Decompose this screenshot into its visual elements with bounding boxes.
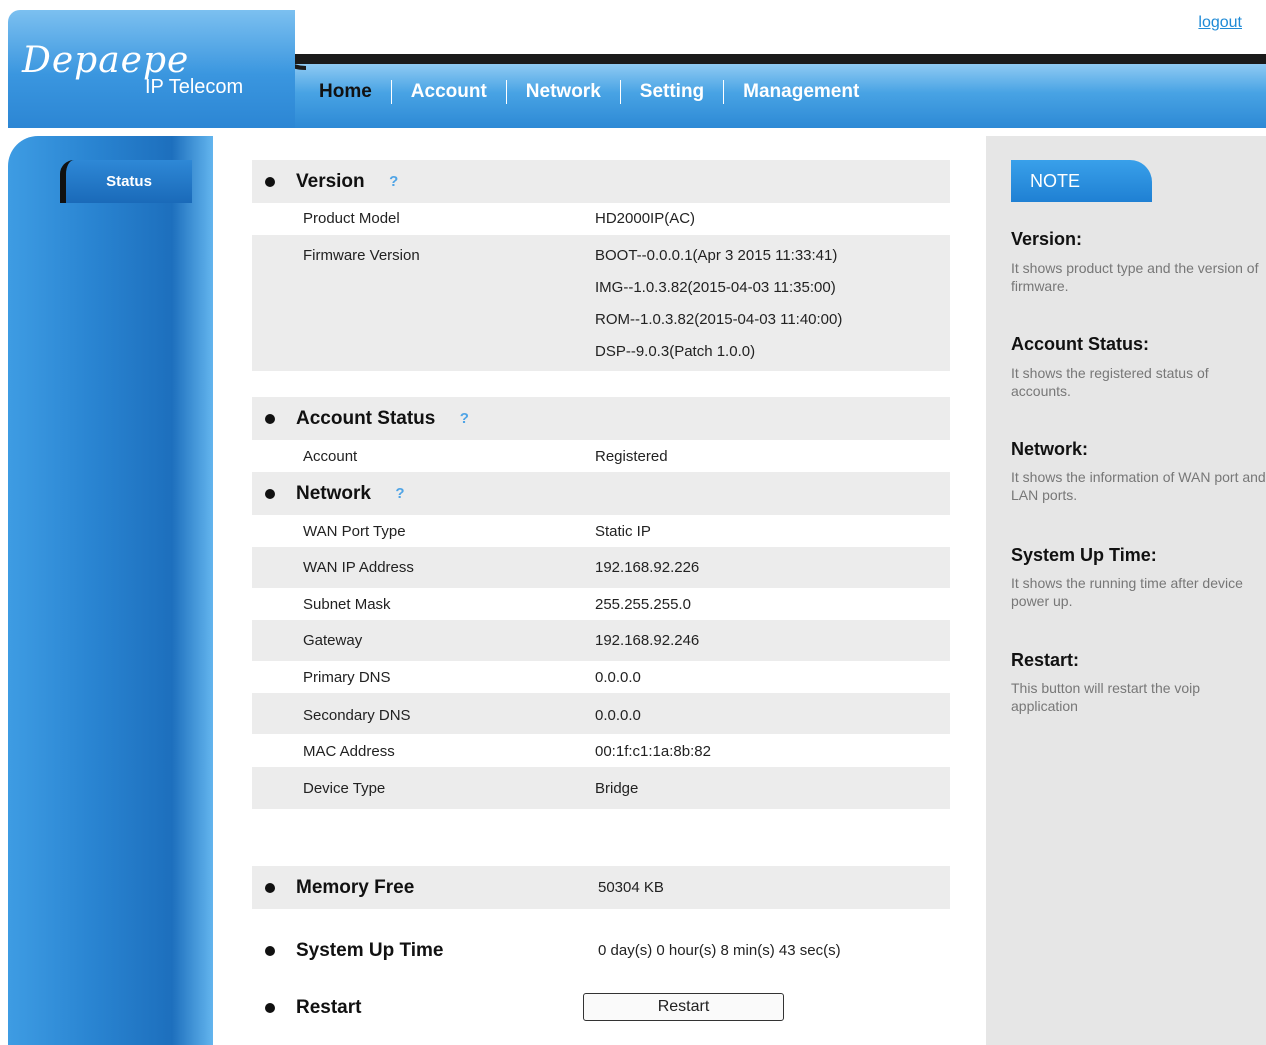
note-title: Restart: [1011,650,1080,670]
info-row: Subnet Mask 255.255.255.0 [252,588,950,620]
section-title: Version [296,170,365,192]
note-title: Account Status: [1011,334,1150,354]
info-row: Device Type Bridge [252,767,950,809]
system-up-time-value: 0 day(s) 0 hour(s) 8 min(s) 43 sec(s) [598,942,841,959]
info-value: Registered [595,448,668,465]
info-row: Gateway 192.168.92.246 [252,620,950,661]
nav-setting[interactable]: Setting [621,80,723,104]
main-nav: Home Account Network Setting Management [300,80,878,104]
firmware-value: IMG--1.0.3.82(2015-04-03 11:35:00) [595,279,836,296]
bullet-icon [265,882,275,893]
firmware-value: DSP--9.0.3(Patch 1.0.0) [595,343,756,360]
bullet-icon [265,488,275,499]
note-text: This button will restart the voip applic… [1011,680,1201,714]
info-label: Device Type [303,780,386,797]
logo: Depaepe [22,40,190,81]
info-row: Primary DNS 0.0.0.0 [252,661,950,693]
section-title: Account Status [296,407,436,429]
note-text: It shows the information of WAN port and… [1011,469,1266,503]
help-icon[interactable]: ? [391,485,409,503]
info-value: Bridge [595,780,639,797]
note-text: It shows the registered status of accoun… [1011,365,1209,399]
bullet-icon [265,413,275,424]
note-tab: NOTE [1011,160,1152,202]
memory-free-value: 50304 KB [598,879,664,896]
memory-free-row: Memory Free 50304 KB [252,866,950,909]
note-text: It shows the running time after device p… [1011,575,1243,609]
info-value: 0.0.0.0 [595,669,641,686]
info-row: Product Model HD2000IP(AC) [252,203,950,235]
firmware-value: ROM--1.0.3.82(2015-04-03 11:40:00) [595,311,843,328]
info-label: Subnet Mask [303,596,391,613]
bullet-icon [265,176,275,187]
restart-button[interactable]: Restart [583,993,784,1021]
info-row: WAN Port Type Static IP [252,515,950,547]
info-row: Account Registered [252,440,950,472]
info-row: Secondary DNS 0.0.0.0 [252,693,950,734]
nav-account[interactable]: Account [392,80,506,104]
section-title: Network [296,482,371,504]
info-label: Primary DNS [303,669,391,686]
info-label: MAC Address [303,743,395,760]
info-value: 0.0.0.0 [595,707,641,724]
info-label: Firmware Version [303,247,420,264]
info-label: Account [303,448,358,465]
sidebar-item-status[interactable]: Status [60,160,192,203]
info-value: HD2000IP(AC) [595,210,696,227]
info-value: Static IP [595,523,651,540]
note-title: Network: [1011,439,1089,459]
note-title: System Up Time: [1011,545,1157,565]
section-title: Memory Free [296,876,415,898]
logo-subtitle: IP Telecom [145,76,244,98]
nav-home[interactable]: Home [300,80,391,104]
version-section-header: Version ? [252,160,950,203]
network-section-header: Network ? [252,472,950,515]
section-title: System Up Time [296,939,444,961]
system-up-time-row: System Up Time 0 day(s) 0 hour(s) 8 min(… [252,929,950,972]
info-row: MAC Address 00:1f:c1:1a:8b:82 [252,734,950,767]
nav-network[interactable]: Network [507,80,620,104]
section-title: Restart [296,996,362,1018]
note-title: Version: [1011,229,1083,249]
bullet-icon [265,1002,275,1013]
help-icon[interactable]: ? [455,410,473,428]
info-value: 00:1f:c1:1a:8b:82 [595,743,711,760]
info-label: Product Model [303,210,400,227]
logout-link[interactable]: logout [1198,14,1242,32]
info-value: 192.168.92.226 [595,559,700,576]
account-status-section-header: Account Status ? [252,397,950,440]
header: Depaepe IP Telecom logout Home Account N… [0,0,1266,130]
info-label: WAN IP Address [303,559,414,576]
info-label: Gateway [303,632,363,649]
info-label: Secondary DNS [303,707,411,724]
info-value: 192.168.92.246 [595,632,700,649]
bullet-icon [265,945,275,956]
note-text: It shows product type and the version of… [1011,260,1259,294]
info-row: WAN IP Address 192.168.92.226 [252,547,950,588]
info-label: WAN Port Type [303,523,406,540]
nav-management[interactable]: Management [724,80,878,104]
firmware-value: BOOT--0.0.0.1(Apr 3 2015 11:33:41) [595,247,838,264]
info-value: 255.255.255.0 [595,596,691,613]
sidebar [8,136,213,1045]
info-row: Firmware Version BOOT--0.0.0.1(Apr 3 201… [252,235,950,371]
help-icon[interactable]: ? [385,173,403,191]
